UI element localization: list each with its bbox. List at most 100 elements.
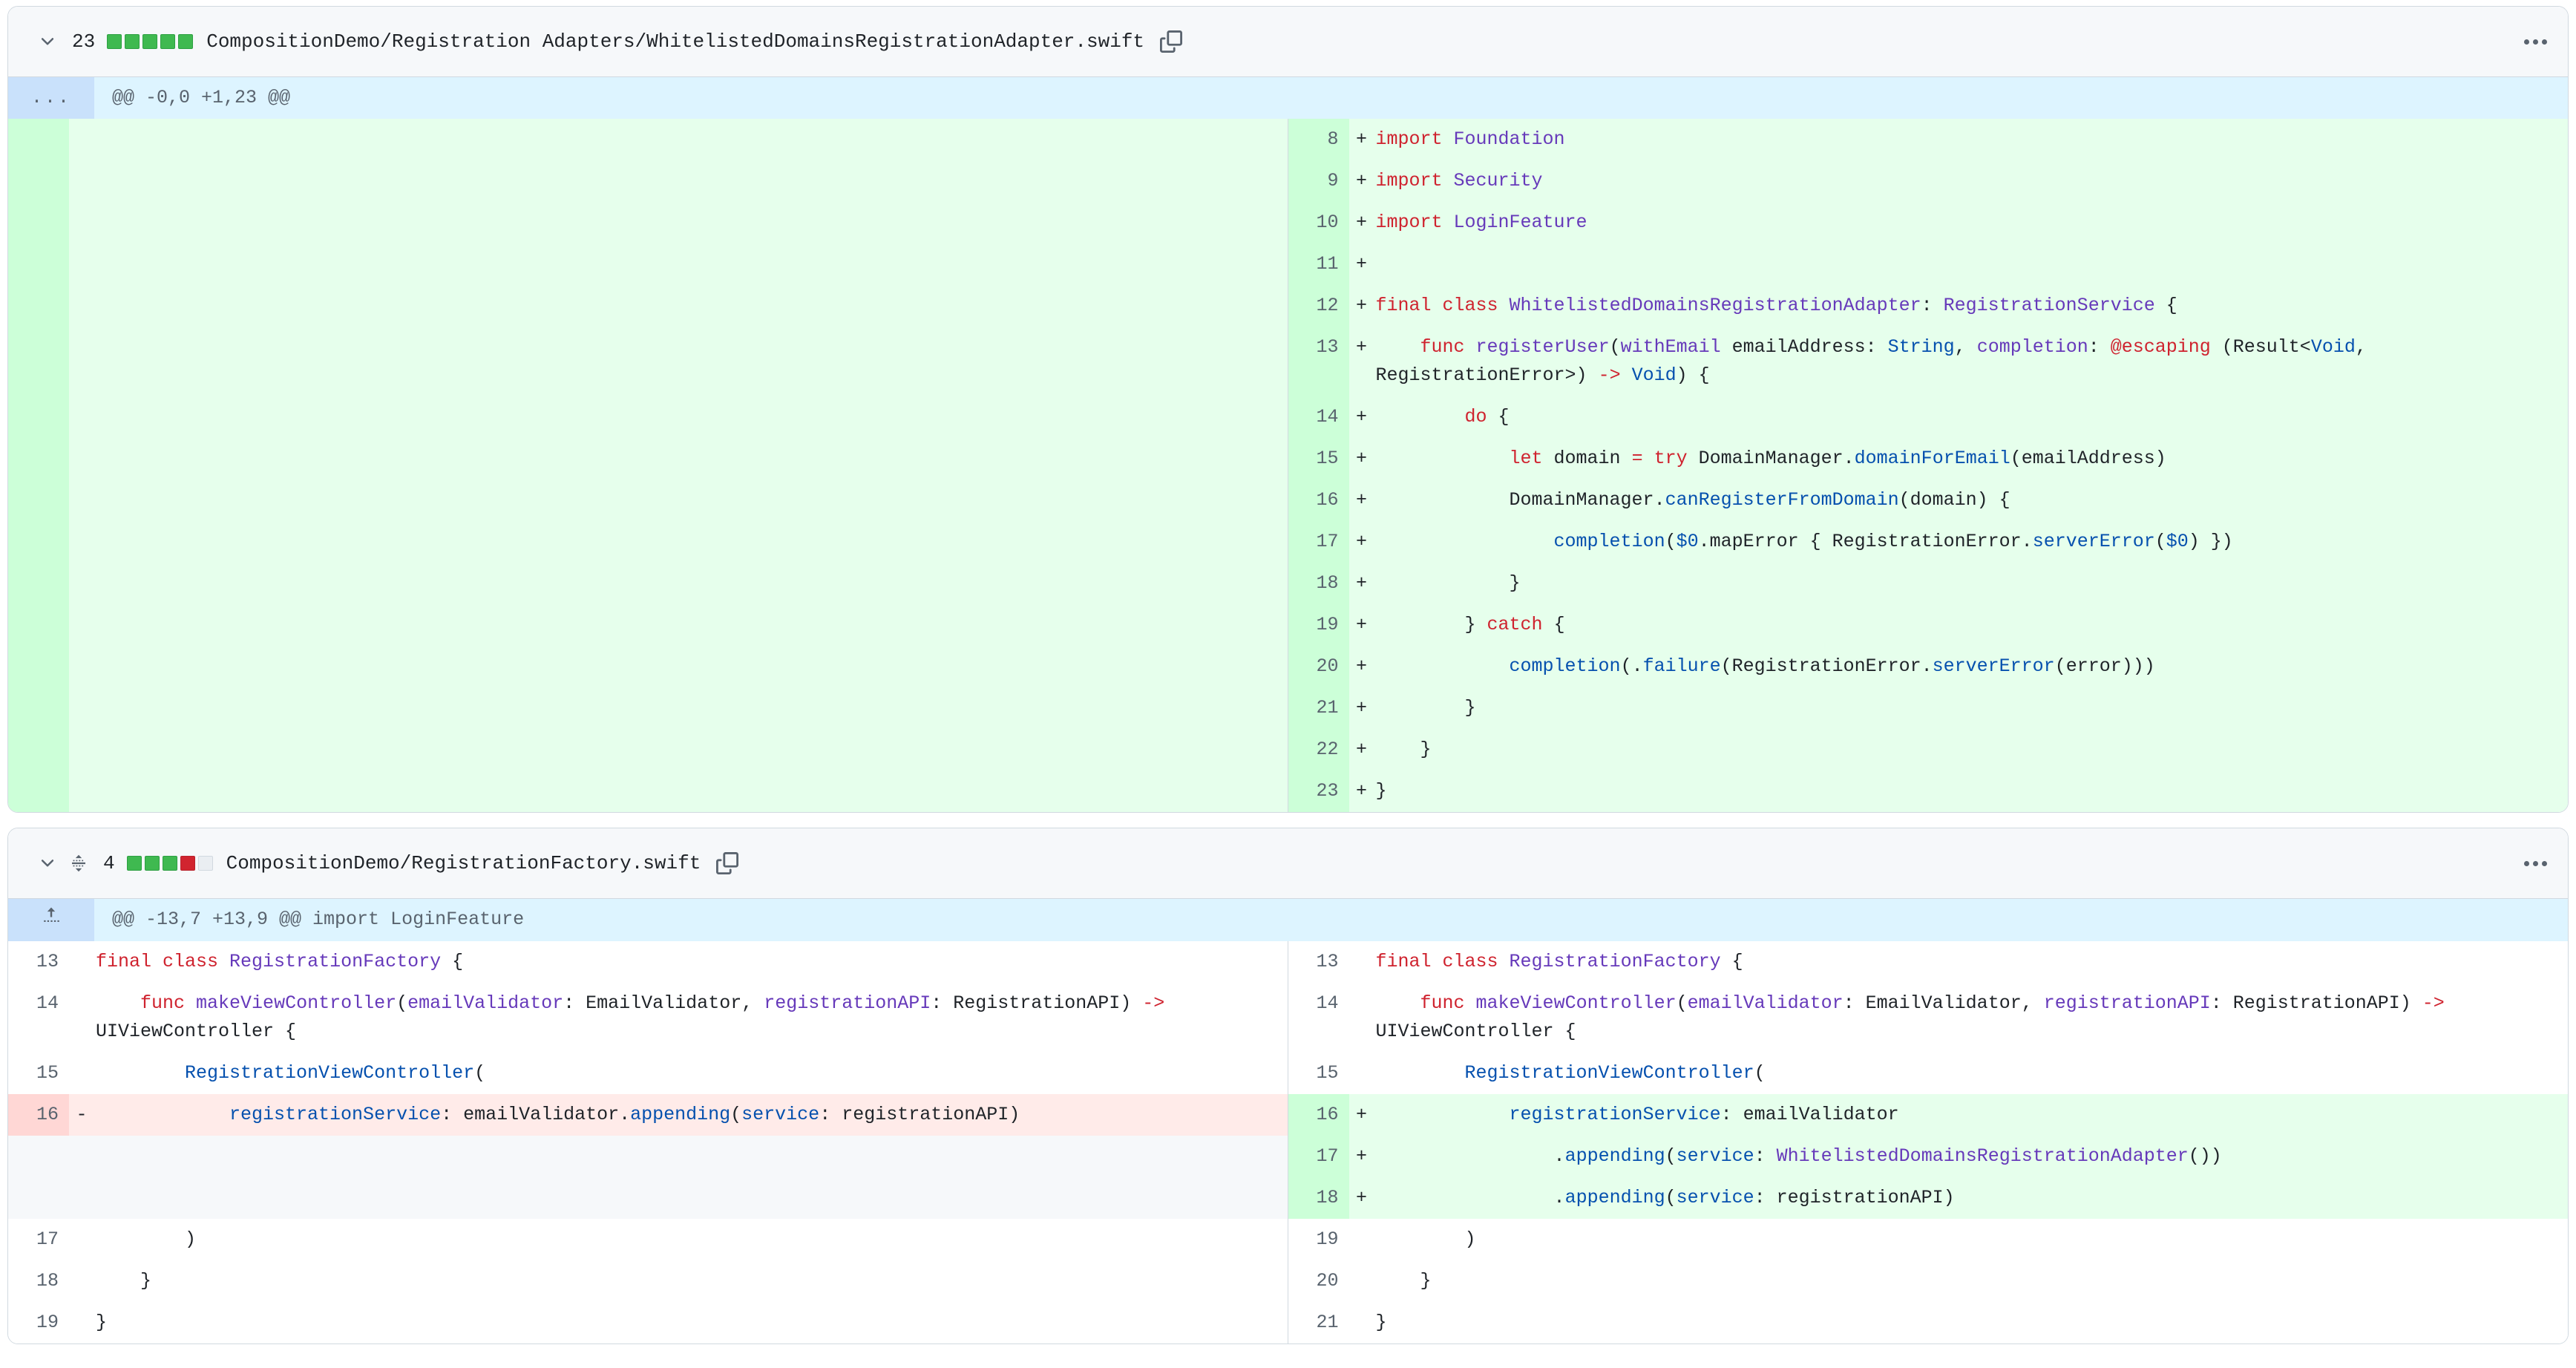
line-number-left[interactable]: 13 [8,941,69,983]
code-cell-right[interactable]: registrationService: emailValidator [1374,1094,2568,1136]
hunk-expand-button[interactable]: ... [8,77,95,119]
diffstat-block-add [162,856,177,871]
chevron-down-icon[interactable] [35,851,60,876]
code-cell-right[interactable]: } [1374,770,2568,812]
code-cell-right[interactable]: } [1374,1302,2568,1344]
line-number-right[interactable]: 19 [1288,604,1349,646]
line-number-right[interactable]: 20 [1288,646,1349,687]
code-cell-left[interactable]: func makeViewController(emailValidator: … [94,983,1288,1053]
code-cell-right[interactable]: func makeViewController(emailValidator: … [1374,983,2568,1053]
code-cell-right[interactable]: ) [1374,1219,2568,1260]
code-cell-left [94,285,1288,327]
line-number-right[interactable]: 14 [1288,983,1349,1053]
line-sign-left [69,480,95,521]
line-sign-left [69,521,95,563]
code-cell-right[interactable]: let domain = try DomainManager.domainFor… [1374,438,2568,480]
line-sign-right: + [1348,1177,1374,1219]
line-number-right[interactable]: 15 [1288,1053,1349,1094]
line-number-right[interactable]: 10 [1288,202,1349,243]
code-cell-left[interactable]: registrationService: emailValidator.appe… [94,1094,1288,1136]
code-cell-right[interactable]: } [1374,687,2568,729]
code-cell-right[interactable]: completion(.failure(RegistrationError.se… [1374,646,2568,687]
line-sign-left [69,1053,94,1094]
code-cell-left[interactable]: } [94,1302,1288,1344]
line-sign-right [1348,1053,1374,1094]
code-cell-right[interactable]: } [1374,729,2568,770]
kebab-menu-icon[interactable] [2519,847,2552,880]
code-cell-right[interactable]: final class RegistrationFactory { [1374,941,2568,983]
line-number-right[interactable]: 14 [1288,396,1349,438]
line-number-right[interactable]: 8 [1288,119,1349,160]
line-sign-left [69,1260,94,1302]
line-number-left [8,770,69,812]
code-cell-right[interactable] [1374,243,2568,285]
code-cell-right[interactable]: import LoginFeature [1374,202,2568,243]
line-number-right[interactable]: 20 [1288,1260,1349,1302]
line-number-right[interactable]: 13 [1288,327,1349,396]
table-row: 14 + do { [8,396,2568,438]
line-number-right[interactable]: 17 [1288,521,1349,563]
code-cell-right[interactable]: .appending(service: WhitelistedDomainsRe… [1374,1136,2568,1177]
copy-icon[interactable] [1156,27,1186,56]
kebab-menu-icon[interactable] [2519,25,2552,58]
line-sign-right: + [1348,202,1374,243]
hunk-expand-dots: ... [31,87,72,108]
diff-view: 23 CompositionDemo/Registration Adapters/… [7,6,2569,1344]
line-number-left [8,687,69,729]
code-cell-right[interactable]: do { [1374,396,2568,438]
code-cell-right[interactable]: import Security [1374,160,2568,202]
code-cell-right[interactable]: } [1374,1260,2568,1302]
line-sign-right: + [1348,646,1374,687]
line-sign-left [69,243,95,285]
line-sign-right [1348,983,1374,1053]
line-number-right[interactable]: 16 [1288,1094,1349,1136]
line-sign-left [69,687,95,729]
line-number-right[interactable]: 13 [1288,941,1349,983]
code-cell-right[interactable]: import Foundation [1374,119,2568,160]
code-cell-right[interactable]: DomainManager.canRegisterFromDomain(doma… [1374,480,2568,521]
code-cell-left [94,202,1288,243]
expand-updown-icon[interactable] [66,851,91,876]
diffstat [126,856,213,871]
line-number-right[interactable]: 18 [1288,563,1349,604]
line-number-left[interactable]: 18 [8,1260,69,1302]
file-path[interactable]: CompositionDemo/Registration Adapters/Wh… [206,30,1144,53]
code-cell-right[interactable]: final class WhitelistedDomainsRegistrati… [1374,285,2568,327]
file-path[interactable]: CompositionDemo/RegistrationFactory.swif… [226,852,701,874]
line-sign-right: + [1348,563,1374,604]
copy-icon[interactable] [712,848,742,878]
code-cell-right[interactable]: completion($0.mapError { RegistrationErr… [1374,521,2568,563]
line-number-left[interactable]: 19 [8,1302,69,1344]
line-number-left[interactable]: 16 [8,1094,69,1136]
code-cell-left[interactable]: RegistrationViewController( [94,1053,1288,1094]
code-cell-left[interactable]: final class RegistrationFactory { [94,941,1288,983]
line-number-right[interactable]: 23 [1288,770,1349,812]
table-row: 20 + completion(.failure(RegistrationErro… [8,646,2568,687]
line-number-right[interactable]: 12 [1288,285,1349,327]
code-cell-right[interactable]: } [1374,563,2568,604]
line-number-right[interactable]: 15 [1288,438,1349,480]
line-number-right[interactable]: 19 [1288,1219,1349,1260]
line-number-right[interactable]: 11 [1288,243,1349,285]
code-cell-left[interactable]: } [94,1260,1288,1302]
chevron-down-icon[interactable] [35,29,60,54]
file-diff: 23 CompositionDemo/Registration Adapters/… [7,6,2569,813]
line-number-right[interactable]: 21 [1288,1302,1349,1344]
line-number-left[interactable]: 17 [8,1219,69,1260]
code-cell-right[interactable]: } catch { [1374,604,2568,646]
code-cell-right[interactable]: .appending(service: registrationAPI) [1374,1177,2568,1219]
line-number-right[interactable]: 18 [1288,1177,1349,1219]
line-number-right[interactable]: 9 [1288,160,1349,202]
code-cell-left [94,729,1288,770]
line-number-left[interactable]: 15 [8,1053,69,1094]
hunk-expand-button[interactable] [8,899,94,941]
line-number-right[interactable]: 16 [1288,480,1349,521]
line-number-right[interactable]: 22 [1288,729,1349,770]
line-number-left[interactable]: 14 [8,983,69,1053]
code-cell-left[interactable]: ) [94,1219,1288,1260]
code-cell-right[interactable]: func registerUser(withEmail emailAddress… [1374,327,2568,396]
line-number-right[interactable]: 17 [1288,1136,1349,1177]
line-number-right[interactable]: 21 [1288,687,1349,729]
table-row: 16- registrationService: emailValidator.… [8,1094,2568,1136]
code-cell-right[interactable]: RegistrationViewController( [1374,1053,2568,1094]
